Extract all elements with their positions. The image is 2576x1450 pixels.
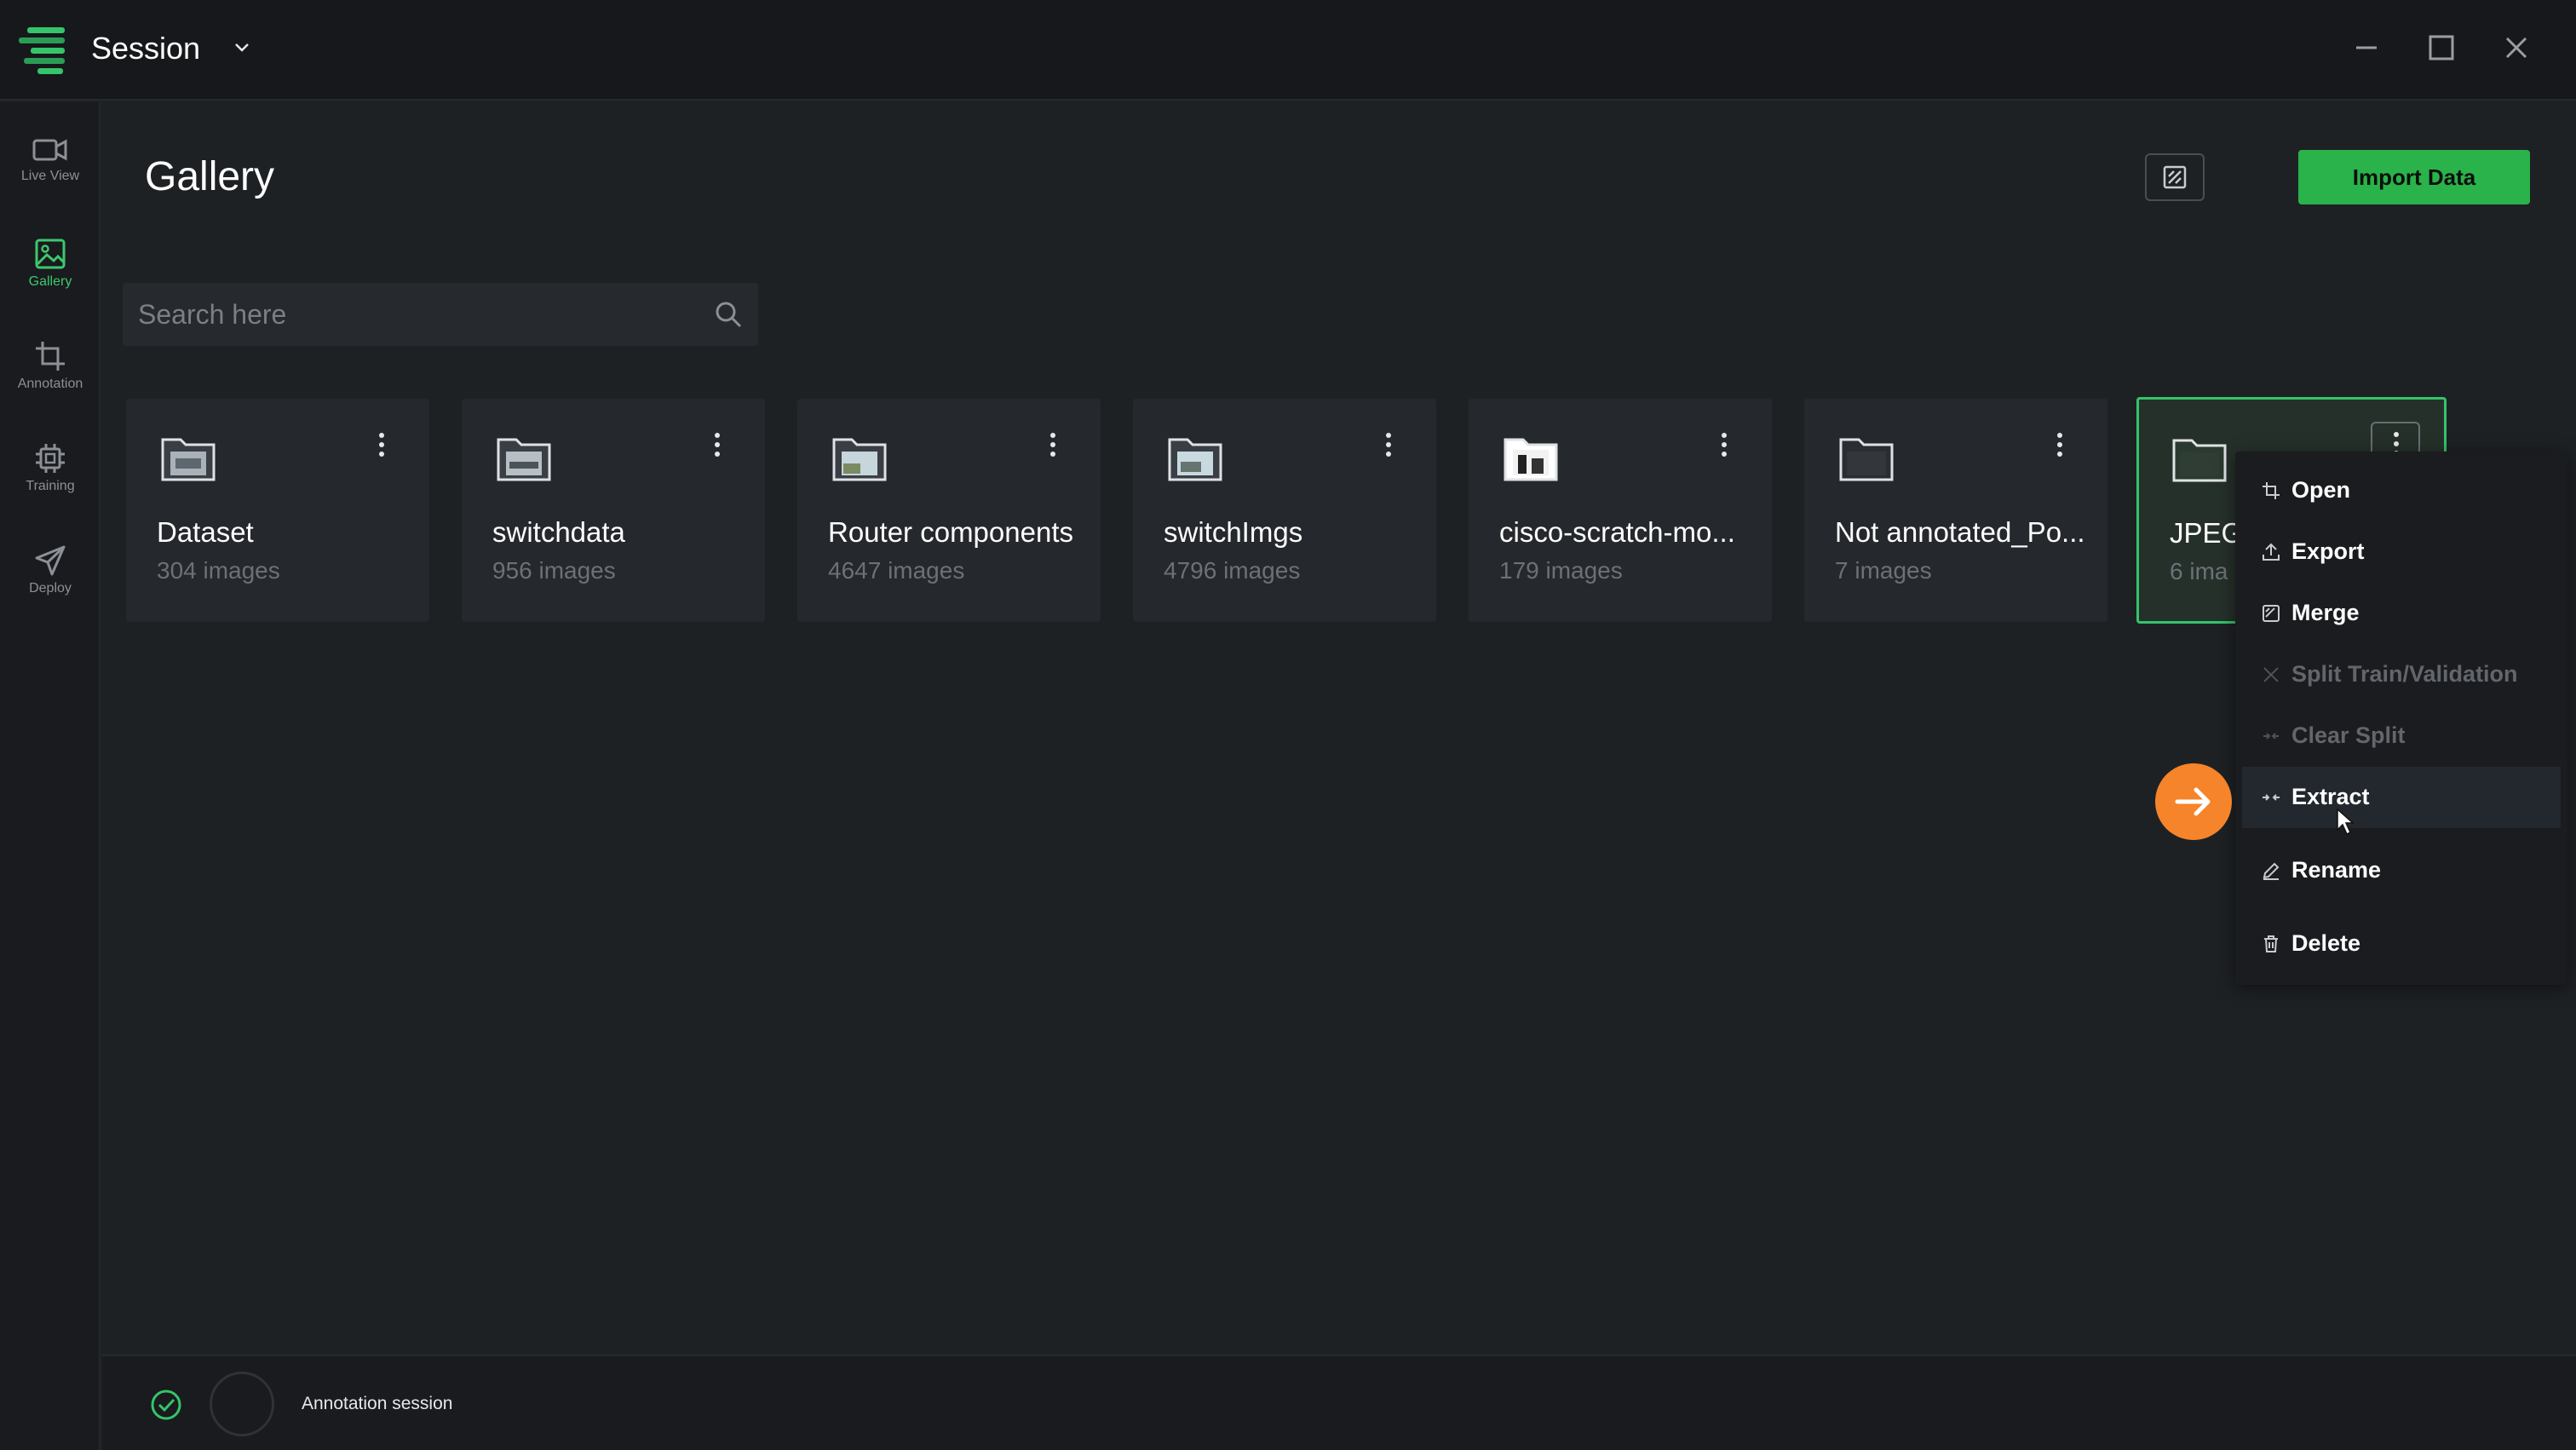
progress-ring <box>210 1372 274 1436</box>
sidebar-item-label: Live View <box>20 169 80 183</box>
folder-name: Not annotated_Po... <box>1835 516 2085 548</box>
folder-card[interactable]: switchImgs 4796 images <box>1133 399 1436 622</box>
app-logo-icon <box>19 24 68 75</box>
more-options-icon[interactable] <box>2051 429 2068 460</box>
search-box <box>123 283 758 346</box>
close-icon[interactable] <box>2499 31 2533 65</box>
sidebar-item-live-view[interactable]: Live View <box>0 124 101 210</box>
menu-item-label: Open <box>2291 477 2351 503</box>
folder-image-icon <box>161 438 216 481</box>
folder-card[interactable]: cisco-scratch-mo... 179 images <box>1469 399 1772 622</box>
folder-card[interactable]: Dataset 304 images <box>126 399 429 622</box>
folder-context-menu: Open Export Merge Split Train/Validation… <box>2235 452 2567 985</box>
menu-item-label: Clear Split <box>2291 722 2406 748</box>
folder-image-icon <box>832 438 887 481</box>
folder-image-icon <box>1504 438 1558 481</box>
open-icon <box>2263 482 2280 499</box>
folder-name: switchImgs <box>1164 516 1303 548</box>
folder-count: 7 images <box>1835 557 1932 584</box>
menu-item-merge[interactable]: Merge <box>2242 583 2561 644</box>
more-options-icon[interactable] <box>709 429 726 460</box>
crop-icon <box>36 342 65 371</box>
menu-item-open[interactable]: Open <box>2242 460 2561 521</box>
sidebar-item-label: Annotation <box>17 377 83 391</box>
title-bar: Session <box>0 0 2576 101</box>
clear-split-icon <box>2263 733 2279 739</box>
folder-icon <box>1839 438 1894 481</box>
sidebar-item-training[interactable]: Training <box>0 431 101 516</box>
status-bar: Annotation session <box>102 1355 2576 1450</box>
more-options-icon[interactable] <box>373 429 390 460</box>
folder-name: JPEG <box>2170 517 2244 549</box>
folder-count: 956 images <box>492 557 616 584</box>
folder-image-icon <box>497 438 551 481</box>
folder-count: 4796 images <box>1164 557 1301 584</box>
menu-item-delete[interactable]: Delete <box>2242 913 2561 975</box>
page-title: Gallery <box>145 154 275 199</box>
mouse-cursor-icon <box>2337 808 2355 836</box>
more-options-icon[interactable] <box>1380 429 1397 460</box>
folder-icon <box>2172 439 2227 482</box>
folder-count: 6 ima <box>2170 558 2228 584</box>
folder-count: 179 images <box>1499 557 1623 584</box>
status-text: Annotation session <box>302 1394 453 1413</box>
menu-item-extract[interactable]: Extract <box>2242 767 2561 828</box>
pencil-icon <box>2263 862 2280 880</box>
import-data-button[interactable]: Import Data <box>2298 150 2530 204</box>
folder-name: switchdata <box>492 516 625 548</box>
maximize-icon[interactable] <box>2424 31 2458 65</box>
folder-name: cisco-scratch-mo... <box>1499 516 1735 548</box>
folder-count: 304 images <box>157 557 280 584</box>
folder-count: 4647 images <box>828 557 965 584</box>
folder-card[interactable]: Router components 4647 images <box>797 399 1101 622</box>
menu-item-label: Export <box>2291 538 2365 564</box>
upload-icon <box>2263 543 2280 561</box>
chevron-down-icon[interactable] <box>232 37 252 58</box>
menu-item-label: Split Train/Validation <box>2291 661 2518 687</box>
minimize-icon[interactable] <box>2349 31 2383 65</box>
folder-name: Router components <box>828 516 1073 548</box>
sidebar-item-deploy[interactable]: Deploy <box>0 533 101 619</box>
menu-item-rename[interactable]: Rename <box>2242 840 2561 901</box>
trash-icon <box>2264 935 2278 952</box>
merge-icon <box>2263 605 2280 622</box>
menu-item-label: Extract <box>2291 784 2370 809</box>
sidebar-item-label: Deploy <box>29 581 72 596</box>
folder-image-icon <box>1168 438 1222 481</box>
paper-plane-icon <box>35 545 66 576</box>
sidebar-item-label: Training <box>26 479 75 493</box>
image-edit-icon <box>2163 165 2187 189</box>
menu-item-label: Delete <box>2291 930 2361 956</box>
app-title: Session <box>91 31 201 66</box>
menu-item-export[interactable]: Export <box>2242 521 2561 583</box>
sidebar-item-gallery[interactable]: Gallery <box>0 227 101 312</box>
more-options-icon[interactable] <box>1044 429 1061 460</box>
menu-item-label: Merge <box>2291 600 2360 625</box>
sidebar-item-annotation[interactable]: Annotation <box>0 329 101 414</box>
folder-card[interactable]: switchdata 956 images <box>462 399 765 622</box>
menu-item-split-train-validation: Split Train/Validation <box>2242 644 2561 705</box>
sidebar-item-label: Gallery <box>28 274 72 289</box>
folder-name: Dataset <box>157 516 254 548</box>
video-camera-icon <box>32 139 67 161</box>
arrow-right-icon <box>2175 787 2211 816</box>
pointer-annotation <box>2155 763 2232 840</box>
image-icon <box>35 239 66 269</box>
toggle-view-button[interactable] <box>2145 153 2205 201</box>
search-icon[interactable] <box>714 300 743 329</box>
more-options-icon[interactable] <box>1716 429 1733 460</box>
menu-item-label: Rename <box>2291 857 2382 883</box>
split-icon <box>2263 667 2279 682</box>
extract-icon <box>2263 794 2280 801</box>
cpu-chip-icon <box>36 444 65 473</box>
check-circle-icon <box>151 1390 181 1420</box>
search-input[interactable] <box>138 283 683 346</box>
folder-card[interactable]: Not annotated_Po... 7 images <box>1804 399 2107 622</box>
menu-item-clear-split: Clear Split <box>2242 705 2561 767</box>
sidebar: Live View Gallery Annotation Training De… <box>0 102 101 1450</box>
